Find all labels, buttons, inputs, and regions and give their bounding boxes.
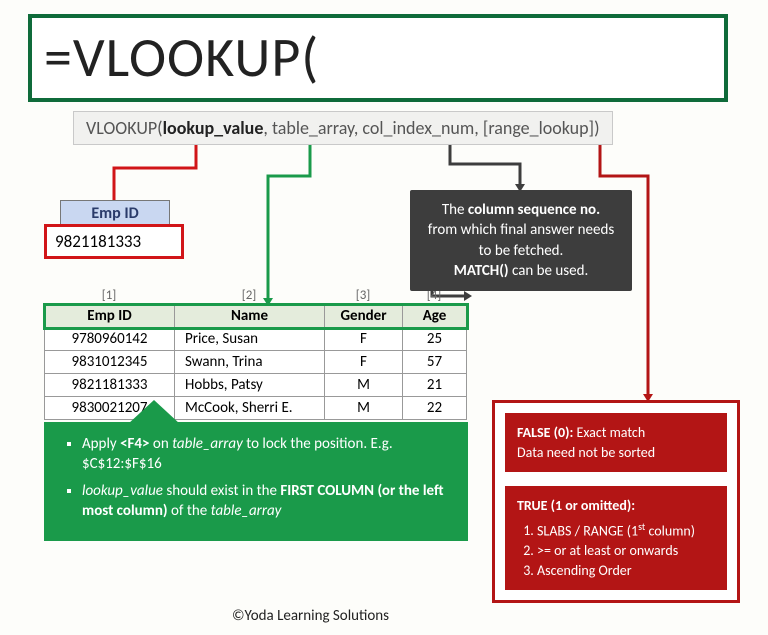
syntax-arg-range-lookup: [range_lookup]: [483, 117, 594, 139]
range-lookup-true: TRUE (1 or omitted): SLABS / RANGE (1st …: [505, 486, 727, 590]
table-header-row: Emp ID Name Gender Age: [45, 305, 467, 328]
lookup-value-cell[interactable]: 9821181333: [44, 224, 184, 259]
data-table: Emp ID Name Gender Age 9780960142 Price,…: [44, 304, 467, 420]
tip-lock-position: Apply <F4> on table_array to lock the po…: [82, 434, 452, 475]
formula-cell[interactable]: =VLOOKUP(: [28, 14, 728, 102]
syntax-arg-table-array: table_array: [272, 117, 354, 139]
table-row: 9821181333 Hobbs, Patsy M 21: [45, 374, 467, 397]
range-lookup-tip: FALSE (0): Exact match Data need not be …: [492, 400, 740, 603]
col-index-tip: The column sequence no. from which final…: [410, 190, 632, 291]
table-row: 9830021207 McCook, Sherri E. M 22: [45, 397, 467, 420]
th-age: Age: [403, 305, 467, 328]
th-name: Name: [175, 305, 325, 328]
formula-text: =VLOOKUP(: [44, 24, 319, 92]
range-lookup-false: FALSE (0): Exact match Data need not be …: [505, 413, 727, 472]
syntax-fn: VLOOKUP(: [86, 117, 163, 139]
col-index-1: [1]: [44, 288, 174, 303]
table-row: 9831012345 Swann, Trina F 57: [45, 351, 467, 374]
copyright: ©Yoda Learning Solutions: [232, 607, 389, 625]
col-index-2: [2]: [174, 288, 324, 303]
syntax-tooltip: VLOOKUP(lookup_value, table_array, col_i…: [73, 111, 613, 145]
syntax-arg-col-index: col_index_num: [362, 117, 474, 139]
table-row: 9780960142 Price, Susan F 25: [45, 328, 467, 351]
table-array-tip: Apply <F4> on table_array to lock the po…: [44, 422, 468, 541]
col-index-3: [3]: [324, 288, 402, 303]
th-gender: Gender: [325, 305, 403, 328]
syntax-arg-lookup-value: lookup_value: [163, 117, 264, 139]
th-emp: Emp ID: [45, 305, 175, 328]
green-callout-pointer: [128, 400, 180, 424]
lookup-label: Emp ID: [60, 200, 170, 227]
column-index-labels: [1] [2] [3] [4]: [44, 288, 466, 303]
tip-first-column: lookup_value should exist in the FIRST C…: [82, 481, 452, 522]
